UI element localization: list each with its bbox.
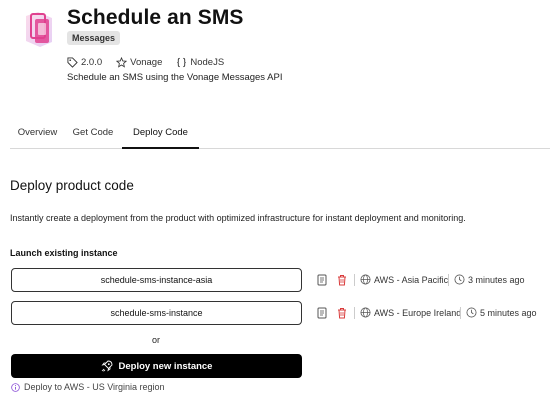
region-note-label: Deploy to AWS - US Virginia region [24,382,165,392]
deploy-new-instance-label: Deploy new instance [118,360,213,372]
instance-time: 3 minutes ago [454,274,525,285]
language-label: NodeJS [190,57,225,68]
tab-get-code[interactable]: Get Code [67,124,119,148]
vendor-meta: Vonage [116,57,162,68]
code-braces-icon [177,57,187,68]
divider [460,307,461,319]
document-icon[interactable] [316,307,328,319]
instance-time: 5 minutes ago [466,307,537,318]
launch-instance-button[interactable]: schedule-sms-instance [11,301,302,325]
launch-instance-button[interactable]: schedule-sms-instance-asia [11,268,302,292]
tab-bar: Overview Get Code Deploy Code [10,124,550,149]
region-label: AWS - Europe Ireland [374,307,462,318]
rocket-icon [101,360,112,372]
globe-icon [360,274,371,285]
clock-icon [466,307,477,318]
star-icon [116,57,128,68]
instance-row: schedule-sms-instance-asia AWS - Asia Pa… [11,268,531,292]
instance-row: schedule-sms-instance AWS - Europe Irela… [11,301,537,325]
time-label: 5 minutes ago [480,307,537,318]
language-meta: NodeJS [176,57,224,68]
document-icon[interactable] [316,274,328,286]
product-meta: 2.0.0 Vonage NodeJS [67,57,224,68]
trash-icon[interactable] [336,274,348,286]
tab-deploy-code[interactable]: Deploy Code [122,124,199,149]
trash-icon[interactable] [336,307,348,319]
instance-region: AWS - Asia Pacific [360,274,448,285]
page-title: Schedule an SMS [67,6,244,29]
version-meta: 2.0.0 [67,57,102,68]
divider [354,307,355,319]
deploy-new-instance-button[interactable]: Deploy new instance [11,354,302,378]
or-separator: or [152,335,161,345]
product-description: Schedule an SMS using the Vonage Message… [67,72,283,83]
category-badge: Messages [67,31,121,45]
version-label: 2.0.0 [81,57,103,68]
section-description: Instantly create a deployment from the p… [10,213,466,223]
divider [448,274,449,286]
product-logo [22,10,56,48]
divider [354,274,355,286]
region-label: AWS - Asia Pacific [374,274,449,285]
section-title: Deploy product code [10,178,134,193]
globe-icon [360,307,371,318]
info-icon [11,382,20,392]
tab-overview[interactable]: Overview [10,124,65,148]
tag-icon [67,57,78,68]
instance-region: AWS - Europe Ireland [360,307,461,318]
vendor-label: Vonage [130,57,163,68]
time-label: 3 minutes ago [468,274,525,285]
launch-existing-label: Launch existing instance [10,248,118,258]
region-note: Deploy to AWS - US Virginia region [11,382,165,392]
clock-icon [454,274,465,285]
